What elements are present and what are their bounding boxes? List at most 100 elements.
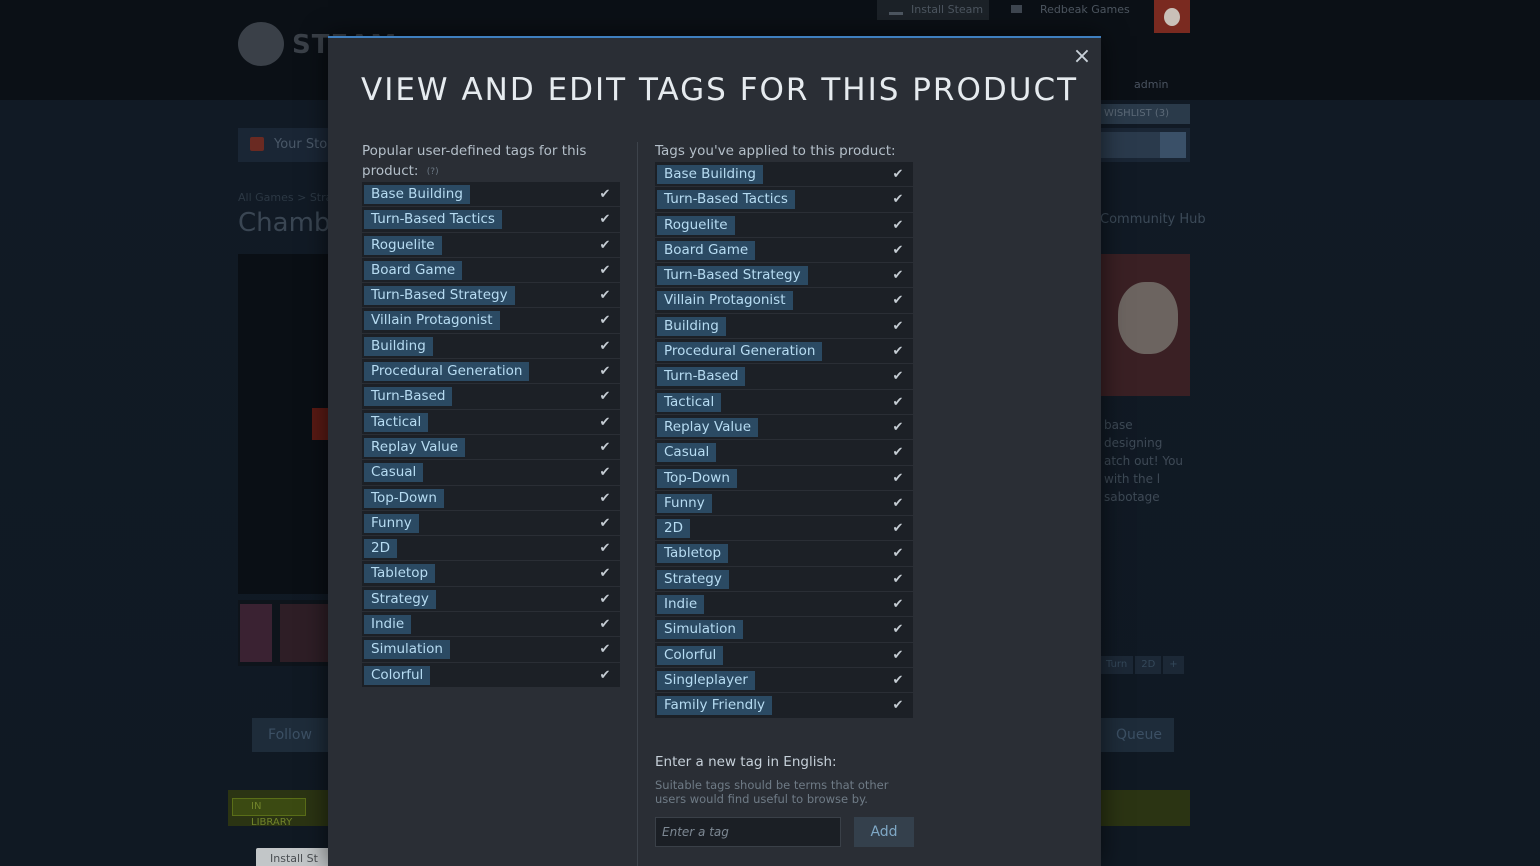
tag-chip[interactable]: Singleplayer — [657, 670, 755, 690]
checkmark-icon[interactable]: ✔ — [598, 640, 612, 659]
checkmark-icon[interactable]: ✔ — [598, 286, 612, 305]
checkmark-icon[interactable]: ✔ — [891, 165, 905, 184]
tag-chip[interactable]: Indie — [364, 615, 412, 635]
tag-chip[interactable]: Turn-Based Tactics — [364, 210, 502, 230]
tag-chip[interactable]: Simulation — [364, 640, 450, 660]
tag-chip[interactable]: Funny — [364, 513, 419, 533]
tag-chip[interactable]: Indie — [657, 595, 705, 615]
tag-chip[interactable]: Replay Value — [657, 417, 759, 437]
account-menu[interactable]: Redbeak Games — [1040, 3, 1130, 16]
tag-chip[interactable]: Turn-Based — [657, 367, 746, 387]
checkmark-icon[interactable]: ✔ — [891, 317, 905, 336]
tag-chip[interactable]: Family Friendly — [657, 696, 772, 716]
tag-chip[interactable]: Villain Protagonist — [657, 291, 793, 311]
checkmark-icon[interactable]: ✔ — [598, 337, 612, 356]
new-tag-input[interactable] — [655, 817, 841, 847]
tag-chip[interactable]: Procedural Generation — [657, 342, 823, 362]
checkmark-icon[interactable]: ✔ — [891, 342, 905, 361]
tag-chip[interactable]: Funny — [657, 493, 712, 513]
checkmark-icon[interactable]: ✔ — [891, 367, 905, 386]
tag-chip[interactable]: Board Game — [657, 240, 756, 260]
tag-chip[interactable]: Procedural Generation — [364, 362, 530, 382]
install-game-button[interactable]: Install St — [256, 848, 336, 866]
checkmark-icon[interactable]: ✔ — [598, 387, 612, 406]
checkmark-icon[interactable]: ✔ — [891, 216, 905, 235]
search-icon[interactable] — [1160, 132, 1186, 158]
checkmark-icon[interactable]: ✔ — [891, 671, 905, 690]
tag-chip[interactable]: Turn-Based Tactics — [657, 190, 795, 210]
help-icon[interactable]: (?) — [427, 167, 439, 177]
tag-chip[interactable]: Tactical — [364, 412, 429, 432]
checkmark-icon[interactable]: ✔ — [891, 241, 905, 260]
checkmark-icon[interactable]: ✔ — [891, 266, 905, 285]
follow-button[interactable]: Follow — [252, 718, 328, 752]
checkmark-icon[interactable]: ✔ — [598, 438, 612, 457]
checkmark-icon[interactable]: ✔ — [891, 544, 905, 563]
checkmark-icon[interactable]: ✔ — [891, 494, 905, 513]
checkmark-icon[interactable]: ✔ — [891, 646, 905, 665]
tag-chip[interactable]: Roguelite — [657, 215, 735, 235]
checkmark-icon[interactable]: ✔ — [598, 236, 612, 255]
tag-chip[interactable]: Top-Down — [657, 468, 737, 488]
envelope-icon[interactable] — [1011, 5, 1022, 13]
checkmark-icon[interactable]: ✔ — [598, 185, 612, 204]
tag-chip[interactable]: Roguelite — [364, 235, 442, 255]
tag-chip[interactable]: 2D — [657, 519, 690, 539]
tag-chip[interactable]: Colorful — [657, 645, 724, 665]
store-tag-more[interactable]: + — [1163, 656, 1184, 674]
tag-chip[interactable]: Villain Protagonist — [364, 311, 500, 331]
checkmark-icon[interactable]: ✔ — [891, 291, 905, 310]
checkmark-icon[interactable]: ✔ — [891, 443, 905, 462]
tag-chip[interactable]: 2D — [364, 539, 397, 559]
community-hub-button[interactable]: Community Hub — [1100, 212, 1206, 227]
screenshot-thumbnail[interactable] — [280, 604, 328, 662]
tag-chip[interactable]: Replay Value — [364, 437, 466, 457]
checkmark-icon[interactable]: ✔ — [891, 519, 905, 538]
tag-chip[interactable]: Strategy — [364, 589, 436, 609]
tag-chip[interactable]: Base Building — [657, 165, 763, 184]
checkmark-icon[interactable]: ✔ — [598, 362, 612, 381]
checkmark-icon[interactable]: ✔ — [891, 570, 905, 589]
checkmark-icon[interactable]: ✔ — [891, 190, 905, 209]
checkmark-icon[interactable]: ✔ — [598, 261, 612, 280]
tag-chip[interactable]: Strategy — [657, 569, 729, 589]
checkmark-icon[interactable]: ✔ — [891, 696, 905, 715]
store-search-input[interactable] — [1100, 132, 1160, 158]
tag-chip[interactable]: Board Game — [364, 260, 463, 280]
admin-menu[interactable]: admin — [1134, 78, 1168, 91]
tag-chip[interactable]: Casual — [657, 443, 717, 463]
checkmark-icon[interactable]: ✔ — [891, 620, 905, 639]
checkmark-icon[interactable]: ✔ — [598, 489, 612, 508]
checkmark-icon[interactable]: ✔ — [598, 514, 612, 533]
install-steam-button[interactable]: Install Steam — [877, 0, 989, 20]
tag-chip[interactable]: Colorful — [364, 665, 431, 685]
tag-chip[interactable]: Casual — [364, 463, 424, 483]
checkmark-icon[interactable]: ✔ — [598, 413, 612, 432]
checkmark-icon[interactable]: ✔ — [598, 539, 612, 558]
checkmark-icon[interactable]: ✔ — [891, 469, 905, 488]
checkmark-icon[interactable]: ✔ — [598, 666, 612, 685]
tag-chip[interactable]: Turn-Based Strategy — [364, 286, 515, 306]
tag-chip[interactable]: Simulation — [657, 620, 743, 640]
checkmark-icon[interactable]: ✔ — [598, 210, 612, 229]
checkmark-icon[interactable]: ✔ — [891, 393, 905, 412]
tag-chip[interactable]: Tactical — [657, 392, 722, 412]
tag-chip[interactable]: Tabletop — [657, 544, 729, 564]
avatar[interactable] — [1154, 0, 1190, 33]
tag-chip[interactable]: Building — [657, 316, 726, 336]
checkmark-icon[interactable]: ✔ — [598, 564, 612, 583]
store-tag[interactable]: Turn — [1100, 656, 1134, 674]
store-tag[interactable]: 2D — [1135, 656, 1162, 674]
tag-chip[interactable]: Top-Down — [364, 488, 444, 508]
checkmark-icon[interactable]: ✔ — [598, 463, 612, 482]
checkmark-icon[interactable]: ✔ — [598, 311, 612, 330]
checkmark-icon[interactable]: ✔ — [891, 418, 905, 437]
tag-chip[interactable]: Turn-Based — [364, 387, 453, 407]
tag-chip[interactable]: Building — [364, 336, 433, 356]
close-icon[interactable]: × — [1071, 46, 1093, 68]
tag-chip[interactable]: Turn-Based Strategy — [657, 266, 808, 286]
wishlist-button[interactable]: WISHLIST (3) — [1100, 104, 1190, 124]
tag-chip[interactable]: Tabletop — [364, 564, 436, 584]
checkmark-icon[interactable]: ✔ — [598, 615, 612, 634]
tag-chip[interactable]: Base Building — [364, 185, 470, 204]
